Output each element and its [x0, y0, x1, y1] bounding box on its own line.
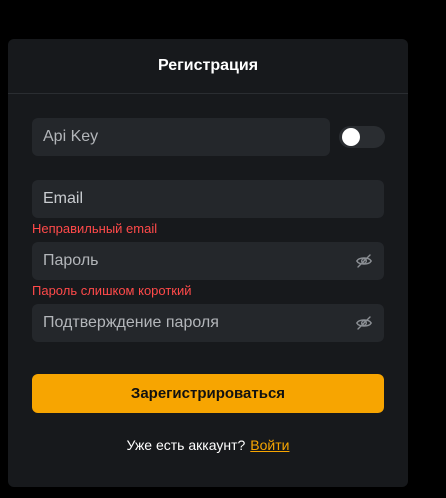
email-placeholder: Email: [43, 190, 84, 207]
register-button[interactable]: Зарегистрироваться: [32, 374, 384, 413]
email-error: Неправильный email: [32, 221, 158, 236]
eye-off-icon[interactable]: [355, 314, 373, 332]
eye-off-icon[interactable]: [355, 252, 373, 270]
confirm-password-input[interactable]: Подтверждение пароля: [32, 304, 384, 342]
api-key-toggle[interactable]: [339, 126, 385, 148]
card-header: Регистрация: [8, 39, 408, 94]
api-key-placeholder: Api Key: [43, 128, 99, 145]
login-prompt-text: Уже есть аккаунт?: [126, 437, 246, 453]
api-key-input[interactable]: Api Key: [32, 118, 330, 156]
registration-card: Регистрация Api Key Email Неправильный e…: [8, 39, 408, 487]
email-input[interactable]: Email: [32, 180, 384, 218]
password-error: Пароль слишком короткий: [32, 283, 192, 298]
login-link[interactable]: Войти: [250, 437, 289, 453]
toggle-knob: [342, 128, 360, 146]
page-title: Регистрация: [157, 57, 259, 74]
confirm-password-placeholder: Подтверждение пароля: [43, 314, 219, 331]
login-prompt: Уже есть аккаунт? Войти: [8, 437, 408, 453]
password-input[interactable]: Пароль: [32, 242, 384, 280]
password-placeholder: Пароль: [43, 252, 99, 269]
